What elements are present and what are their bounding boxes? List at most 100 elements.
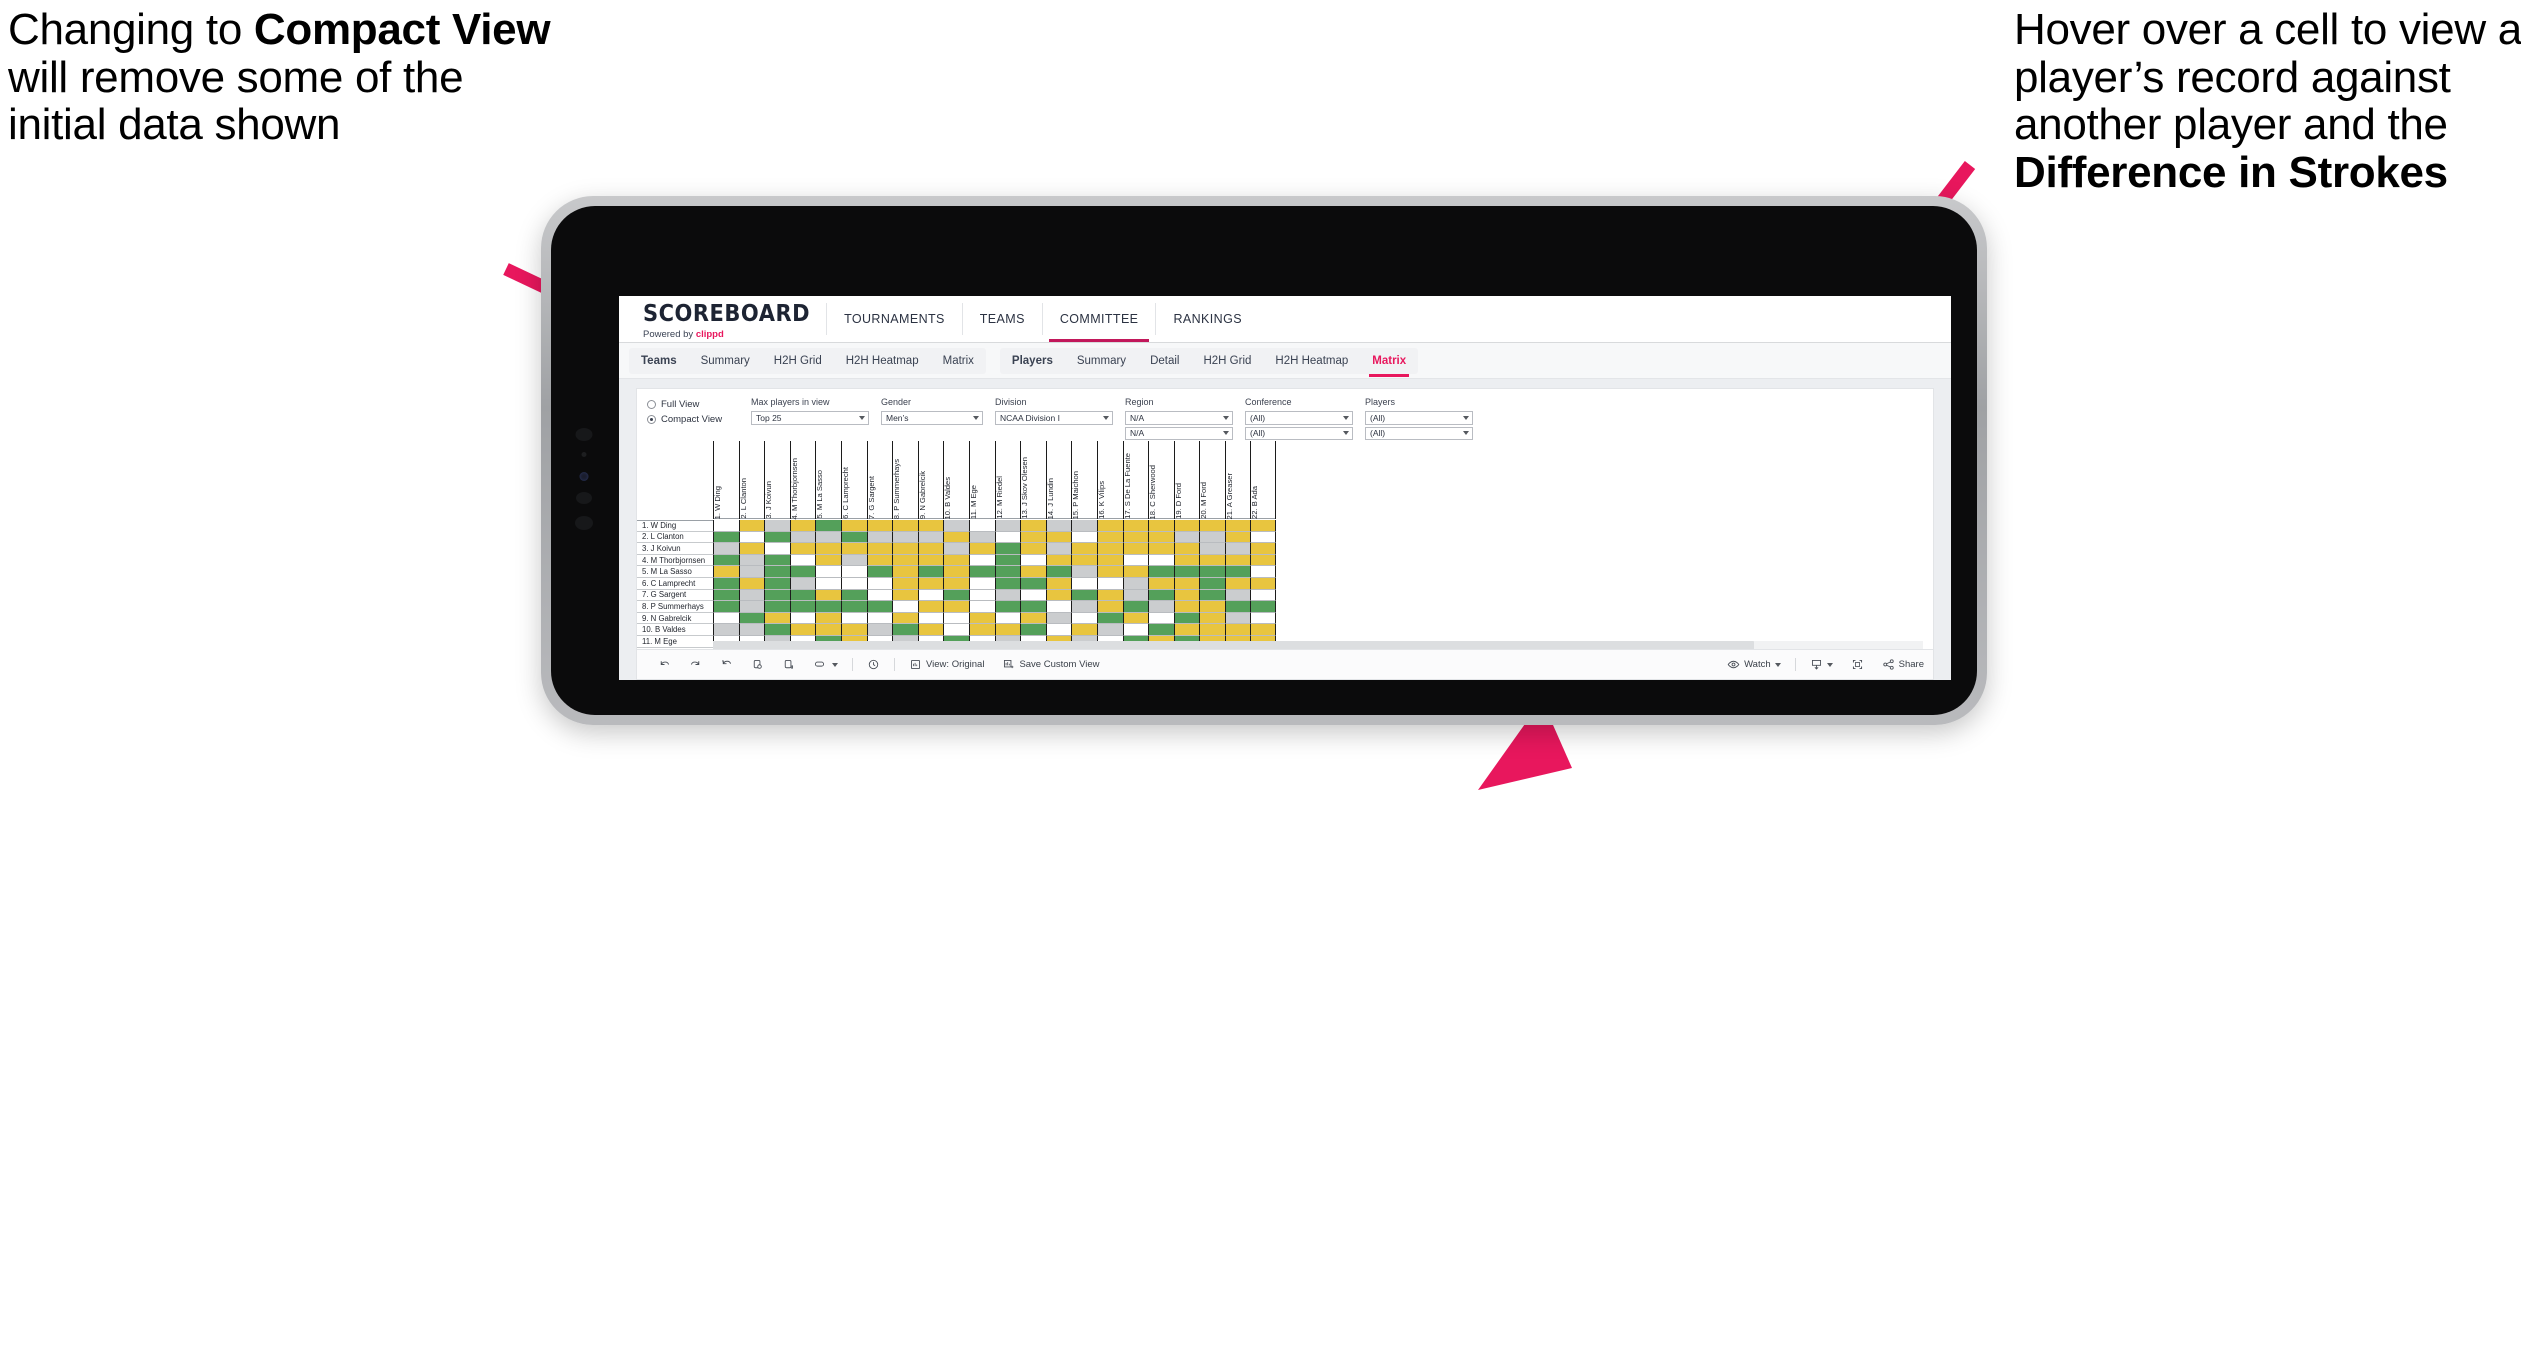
matrix-cell[interactable] bbox=[1071, 531, 1097, 544]
filter-select[interactable]: N/A bbox=[1125, 426, 1233, 440]
refresh-button[interactable] bbox=[742, 658, 773, 671]
subtab-teams-summary[interactable]: Summary bbox=[689, 348, 762, 374]
matrix-cell[interactable] bbox=[892, 531, 918, 544]
subtab-teams-h2h-heatmap[interactable]: H2H Heatmap bbox=[834, 348, 931, 374]
matrix-cell[interactable] bbox=[738, 566, 765, 578]
subtab-players[interactable]: Players bbox=[1000, 348, 1065, 374]
matrix-cell[interactable] bbox=[764, 601, 790, 613]
matrix-cell[interactable] bbox=[1020, 531, 1046, 544]
subtab-players-detail[interactable]: Detail bbox=[1138, 348, 1191, 374]
matrix-cell[interactable] bbox=[1250, 543, 1277, 555]
subtab-teams-h2h-grid[interactable]: H2H Grid bbox=[762, 348, 834, 374]
matrix-cell[interactable] bbox=[1071, 566, 1097, 578]
matrix-cell[interactable] bbox=[1020, 520, 1046, 532]
matrix-cell[interactable] bbox=[1148, 601, 1174, 613]
matrix-cell[interactable] bbox=[815, 624, 841, 636]
matrix-column-header[interactable]: 17. S De La Fuente bbox=[1122, 441, 1149, 519]
matrix-cell[interactable] bbox=[789, 589, 816, 602]
matrix-cell[interactable] bbox=[1020, 601, 1046, 613]
matrix-cell[interactable] bbox=[994, 543, 1021, 555]
matrix-cell[interactable] bbox=[1224, 601, 1251, 613]
nav-tab-tournaments[interactable]: TOURNAMENTS bbox=[827, 296, 962, 342]
matrix-cell[interactable] bbox=[968, 543, 995, 555]
matrix-cell[interactable] bbox=[1250, 520, 1277, 532]
matrix-cell[interactable] bbox=[917, 531, 944, 544]
matrix-row-label[interactable]: 3. J Koivun bbox=[637, 543, 713, 555]
matrix-cell[interactable] bbox=[815, 554, 841, 567]
matrix-cell[interactable] bbox=[1199, 612, 1225, 625]
matrix-cell[interactable] bbox=[1148, 520, 1174, 532]
matrix-cell[interactable] bbox=[994, 624, 1021, 636]
radio-full-view[interactable]: Full View bbox=[647, 399, 739, 410]
matrix-cell[interactable] bbox=[764, 577, 790, 590]
matrix-cell[interactable] bbox=[892, 624, 918, 636]
matrix-cell[interactable] bbox=[764, 566, 790, 578]
matrix-cell[interactable] bbox=[917, 601, 944, 613]
matrix-cell[interactable] bbox=[789, 612, 816, 625]
matrix-cell[interactable] bbox=[1122, 520, 1149, 532]
matrix-cell[interactable] bbox=[866, 624, 893, 636]
matrix-cell[interactable] bbox=[840, 589, 867, 602]
matrix-cell[interactable] bbox=[764, 624, 790, 636]
chevron-down-icon[interactable] bbox=[1223, 415, 1229, 420]
matrix-cell[interactable] bbox=[1199, 601, 1225, 613]
matrix-cell[interactable] bbox=[713, 543, 739, 555]
matrix-cell[interactable] bbox=[943, 543, 969, 555]
matrix-cell[interactable] bbox=[917, 554, 944, 567]
matrix-cell[interactable] bbox=[1148, 589, 1174, 602]
matrix-cell[interactable] bbox=[1096, 612, 1123, 625]
matrix-cell[interactable] bbox=[1122, 531, 1149, 544]
matrix-cell[interactable] bbox=[1224, 612, 1251, 625]
matrix-cell[interactable] bbox=[1071, 543, 1097, 555]
matrix-cell[interactable] bbox=[866, 566, 893, 578]
matrix-cell[interactable] bbox=[764, 531, 790, 544]
matrix-cell[interactable] bbox=[1045, 543, 1072, 555]
chevron-down-icon[interactable] bbox=[973, 415, 979, 420]
matrix-cell[interactable] bbox=[1250, 601, 1277, 613]
subtab-teams-matrix[interactable]: Matrix bbox=[931, 348, 986, 374]
matrix-cell[interactable] bbox=[892, 589, 918, 602]
filter-select[interactable]: Top 25 bbox=[751, 411, 869, 425]
matrix-cell[interactable] bbox=[1122, 554, 1149, 567]
matrix-column-header[interactable]: 9. N Gabrelcik bbox=[917, 441, 944, 519]
matrix-cell[interactable] bbox=[1224, 577, 1251, 590]
matrix-cell[interactable] bbox=[815, 531, 841, 544]
matrix-cell[interactable] bbox=[1173, 554, 1200, 567]
matrix-cell[interactable] bbox=[892, 612, 918, 625]
chevron-down-icon[interactable] bbox=[1343, 431, 1349, 436]
matrix-row-label[interactable]: 1. W Ding bbox=[637, 520, 713, 532]
matrix-cell[interactable] bbox=[815, 612, 841, 625]
matrix-cell[interactable] bbox=[789, 520, 816, 532]
matrix-row-label[interactable]: 11. M Ege bbox=[637, 635, 713, 648]
filter-select[interactable]: NCAA Division I bbox=[995, 411, 1113, 425]
subtab-players-h2h-heatmap[interactable]: H2H Heatmap bbox=[1263, 348, 1360, 374]
matrix-cell[interactable] bbox=[1071, 520, 1097, 532]
matrix-column-header[interactable]: 11. M Ege bbox=[968, 441, 995, 519]
matrix-cell[interactable] bbox=[1224, 520, 1251, 532]
redo-button[interactable] bbox=[680, 658, 711, 671]
matrix-cell[interactable] bbox=[1250, 577, 1277, 590]
matrix-cell[interactable] bbox=[866, 577, 893, 590]
matrix-cell[interactable] bbox=[943, 577, 969, 590]
matrix-column-header[interactable]: 19. D Ford bbox=[1173, 441, 1200, 519]
matrix-cell[interactable] bbox=[1199, 566, 1225, 578]
matrix-cell[interactable] bbox=[1148, 577, 1174, 590]
matrix-cell[interactable] bbox=[994, 589, 1021, 602]
matrix-cell[interactable] bbox=[815, 589, 841, 602]
matrix-cell[interactable] bbox=[994, 566, 1021, 578]
matrix-cell[interactable] bbox=[1199, 554, 1225, 567]
matrix-cell[interactable] bbox=[866, 612, 893, 625]
matrix-cell[interactable] bbox=[1224, 554, 1251, 567]
matrix-column-header[interactable]: 18. C Sherwood bbox=[1148, 441, 1174, 519]
matrix-column-header[interactable]: 6. C Lamprecht bbox=[840, 441, 867, 519]
matrix-cell[interactable] bbox=[713, 601, 739, 613]
matrix-cell[interactable] bbox=[1045, 566, 1072, 578]
matrix-cell[interactable] bbox=[738, 554, 765, 567]
matrix-cell[interactable] bbox=[943, 612, 969, 625]
matrix-cell[interactable] bbox=[1224, 531, 1251, 544]
matrix-cell[interactable] bbox=[1250, 554, 1277, 567]
matrix-cell[interactable] bbox=[1148, 612, 1174, 625]
pause-button[interactable] bbox=[773, 658, 804, 671]
matrix-cell[interactable] bbox=[1071, 612, 1097, 625]
revert-button[interactable] bbox=[711, 658, 742, 671]
